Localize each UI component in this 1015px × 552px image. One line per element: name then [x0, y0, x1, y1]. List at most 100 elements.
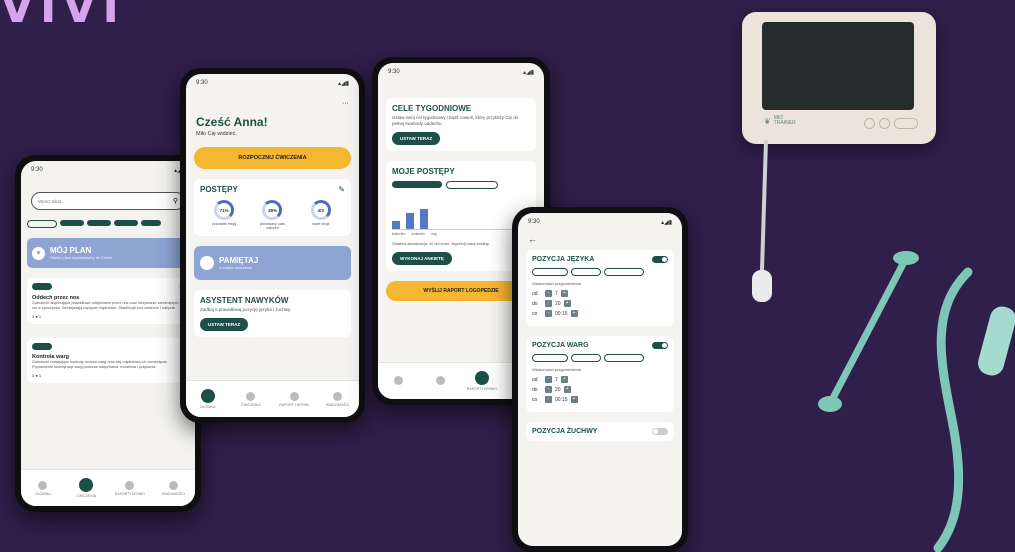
filter-chip[interactable] — [60, 220, 84, 226]
status-time: 9:30 — [31, 167, 43, 173]
nav-exercises[interactable]: ĆWICZENIA — [71, 478, 101, 498]
plus-icon[interactable]: + — [563, 300, 571, 307]
status-time: 9:30 — [196, 80, 208, 86]
plus-icon[interactable]: + — [560, 290, 568, 297]
minus-icon[interactable]: - — [545, 396, 552, 403]
minus-icon[interactable]: - — [545, 386, 552, 393]
nav-label: RAPORT I WYNIKI — [114, 491, 145, 496]
option-chip[interactable] — [532, 354, 568, 362]
option-chip[interactable] — [604, 268, 644, 276]
assistant-title: ASYSTENT NAWYKÓW — [200, 296, 289, 305]
nav-home[interactable]: GŁÓWNA — [193, 389, 223, 409]
plus-icon[interactable]: + — [570, 310, 578, 317]
section-title: POZYCJA JĘZYKA — [532, 256, 595, 263]
stepper-value: 00:15 — [555, 310, 568, 317]
bottom-nav: GŁÓWNA ĆWICZENIA RAPORT I WYNIKI WIADOMO… — [186, 380, 359, 417]
goals-title: CELE TYGODNIOWE — [392, 104, 472, 113]
start-exercises-button[interactable]: ROZPOCZNIJ ĆWICZENIA — [194, 147, 351, 169]
stepper-value: 20 — [555, 300, 561, 307]
bar-label: maj — [430, 232, 437, 236]
interval-stepper[interactable]: co -00:15 + — [532, 310, 668, 317]
reports-icon — [125, 480, 135, 490]
nav-reports[interactable]: RAPORT I WYNIKI — [467, 371, 497, 391]
status-bar: 9:30▴◢▮ — [21, 161, 195, 174]
filter-chip[interactable] — [114, 220, 138, 226]
stick-bottom-disc — [818, 396, 842, 412]
nav-exercises[interactable]: ĆWICZENIA — [236, 391, 266, 407]
from-stepper[interactable]: od -7 + — [532, 376, 668, 383]
nav-messages[interactable]: WIADOMOŚCI — [158, 480, 188, 496]
more-icon[interactable]: ··· — [342, 100, 349, 107]
from-stepper[interactable]: od -7 + — [532, 290, 668, 297]
progress-ring: 38% — [262, 200, 283, 220]
option-chip[interactable] — [571, 354, 601, 362]
plus-icon[interactable]: + — [560, 376, 568, 383]
ring-label: planowany czas ćwiczeń — [260, 222, 285, 230]
signal-icon: ▴◢▮ — [523, 70, 534, 76]
exercise-card[interactable]: ♥ Kontrola warg Ćwiczenie rozwijające ko… — [27, 338, 189, 383]
stepper-value: 00:15 — [555, 396, 568, 403]
minus-icon[interactable]: - — [545, 290, 552, 297]
back-arrow-icon[interactable]: ← — [528, 234, 672, 244]
alarm-icon — [200, 256, 214, 270]
to-stepper[interactable]: do -20 + — [532, 386, 668, 393]
set-now-button[interactable]: USTAW TERAZ — [200, 318, 249, 331]
filter-chip[interactable] — [87, 220, 111, 226]
nav-messages[interactable]: WIADOMOŚCI — [322, 391, 352, 407]
bottom-nav: GŁÓWNA ĆWICZENIA RAPORT I WYNIKI WIADOMO… — [21, 469, 195, 506]
device-button[interactable] — [894, 118, 918, 129]
heart-icon: ♥ — [32, 246, 45, 260]
reminder-toggle[interactable] — [652, 342, 668, 349]
status-bar: 9:30▴◢▮ — [186, 74, 359, 87]
my-plan-card[interactable]: ♥ MÓJ PLAN Stwórz plan dopasowany do Cie… — [27, 238, 189, 268]
edit-icon[interactable]: ✎ — [338, 185, 345, 194]
mio-trainer-device: ❦ MIO TRAINER — [742, 12, 936, 144]
reminder-toggle[interactable] — [652, 428, 668, 435]
survey-button[interactable]: WYKONAJ ANKIETĘ — [392, 252, 452, 265]
minus-icon[interactable]: - — [545, 310, 552, 317]
progress-ring: 71% — [214, 200, 235, 220]
straight-trainer-stick — [828, 258, 908, 404]
search-icon: ⚲ — [172, 198, 178, 205]
nav-home[interactable] — [384, 375, 414, 387]
exercises-icon — [435, 375, 445, 385]
phone-reminders: 9:30 ▴◢▮ ← POZYCJA JĘZYKA Wiadomości przy… — [512, 207, 688, 552]
minus-icon[interactable]: - — [545, 300, 552, 307]
progress-title: POSTĘPY — [200, 185, 238, 194]
remember-card[interactable]: PAMIĘTAJ o czasie ćwiczenia — [194, 246, 351, 280]
update-text: Ostatnia aktualizacja: 20 dni temu. Wype… — [392, 242, 490, 246]
exercise-card[interactable]: ♡ Oddech przez nos Ćwiczenie wspierające… — [27, 278, 189, 324]
goals-set-button[interactable]: USTAW TERAZ — [392, 132, 441, 145]
curved-trainer-tube — [933, 267, 973, 552]
assistant-card: ASYSTENT NAWYKÓW Zadbaj o prawidłową poz… — [194, 290, 351, 337]
device-button[interactable] — [864, 118, 875, 129]
home-icon — [394, 375, 404, 385]
status-bar: 9:30▴◢▮ — [378, 63, 544, 76]
reminder-sub: Wiadomości przypomnienia — [532, 367, 581, 372]
option-chip[interactable] — [604, 354, 644, 362]
to-stepper[interactable]: do -20 + — [532, 300, 668, 307]
filter-chip[interactable] — [141, 220, 161, 226]
exercise-stats: 3 ● 1 — [32, 373, 42, 378]
option-chip[interactable] — [532, 268, 568, 276]
nav-reports[interactable]: RAPORT I WYNIKI — [114, 480, 145, 496]
screen-reminders: 9:30 ▴◢▮ ← POZYCJA JĘZYKA Wiadomości przy… — [518, 213, 682, 546]
nav-exercises[interactable] — [425, 375, 455, 387]
plus-icon[interactable]: + — [563, 386, 571, 393]
progress-tab[interactable] — [446, 181, 498, 189]
option-chip[interactable] — [571, 268, 601, 276]
stepper-label: co — [532, 396, 538, 403]
nav-home[interactable]: GŁÓWNA — [28, 480, 58, 496]
chart-bar — [392, 221, 400, 229]
reminder-toggle[interactable] — [652, 256, 668, 263]
progress-tab[interactable] — [392, 181, 442, 188]
search-input[interactable]: Wpisz tekst... ⚲ — [31, 192, 185, 210]
plus-icon[interactable]: + — [570, 396, 578, 403]
nav-reports[interactable]: RAPORT I WYNIKI — [279, 391, 309, 407]
messages-icon — [332, 391, 342, 401]
minus-icon[interactable]: - — [545, 376, 552, 383]
filter-chip[interactable] — [27, 220, 57, 228]
interval-stepper[interactable]: co -00:15 + — [532, 396, 668, 403]
device-button[interactable] — [879, 118, 890, 129]
stepper-value: 7 — [555, 290, 558, 297]
